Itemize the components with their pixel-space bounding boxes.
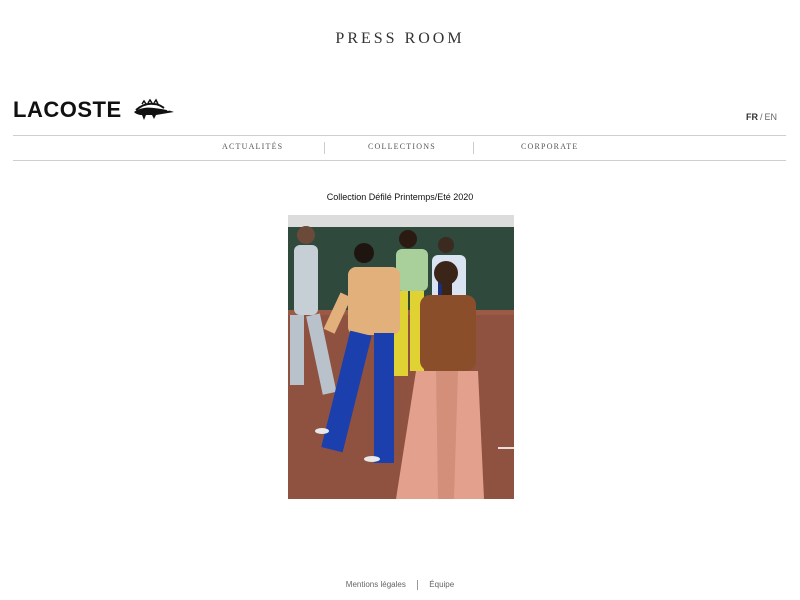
runway-photo-illustration [288, 215, 514, 499]
nav-item-actualites[interactable]: Actualités [222, 142, 283, 151]
press-room-title: PRESS ROOM [335, 30, 465, 47]
nav-item-corporate[interactable]: Corporate [521, 142, 578, 151]
nav-divider [324, 142, 325, 154]
footer-link-mentions-legales[interactable]: Mentions légales [346, 580, 406, 589]
collection-caption[interactable]: Collection Défilé Printemps/Eté 2020 [0, 192, 800, 202]
footer-divider [417, 580, 419, 590]
footer-link-equipe[interactable]: Équipe [429, 580, 454, 589]
language-switcher: FR / EN [746, 112, 777, 122]
nav-divider [473, 142, 474, 154]
crocodile-icon [133, 98, 174, 120]
logo-text: LACOSTE [13, 97, 122, 122]
main-nav: Actualités Collections Corporate [13, 135, 786, 161]
lang-fr-link[interactable]: FR [746, 112, 758, 122]
lacoste-logo[interactable]: LACOSTE [13, 97, 176, 123]
runway-photo[interactable] [288, 215, 514, 499]
lang-en-link[interactable]: EN [764, 112, 777, 122]
lang-separator: / [759, 112, 763, 122]
footer: Mentions légales Équipe [0, 580, 800, 590]
nav-item-collections[interactable]: Collections [368, 142, 436, 151]
